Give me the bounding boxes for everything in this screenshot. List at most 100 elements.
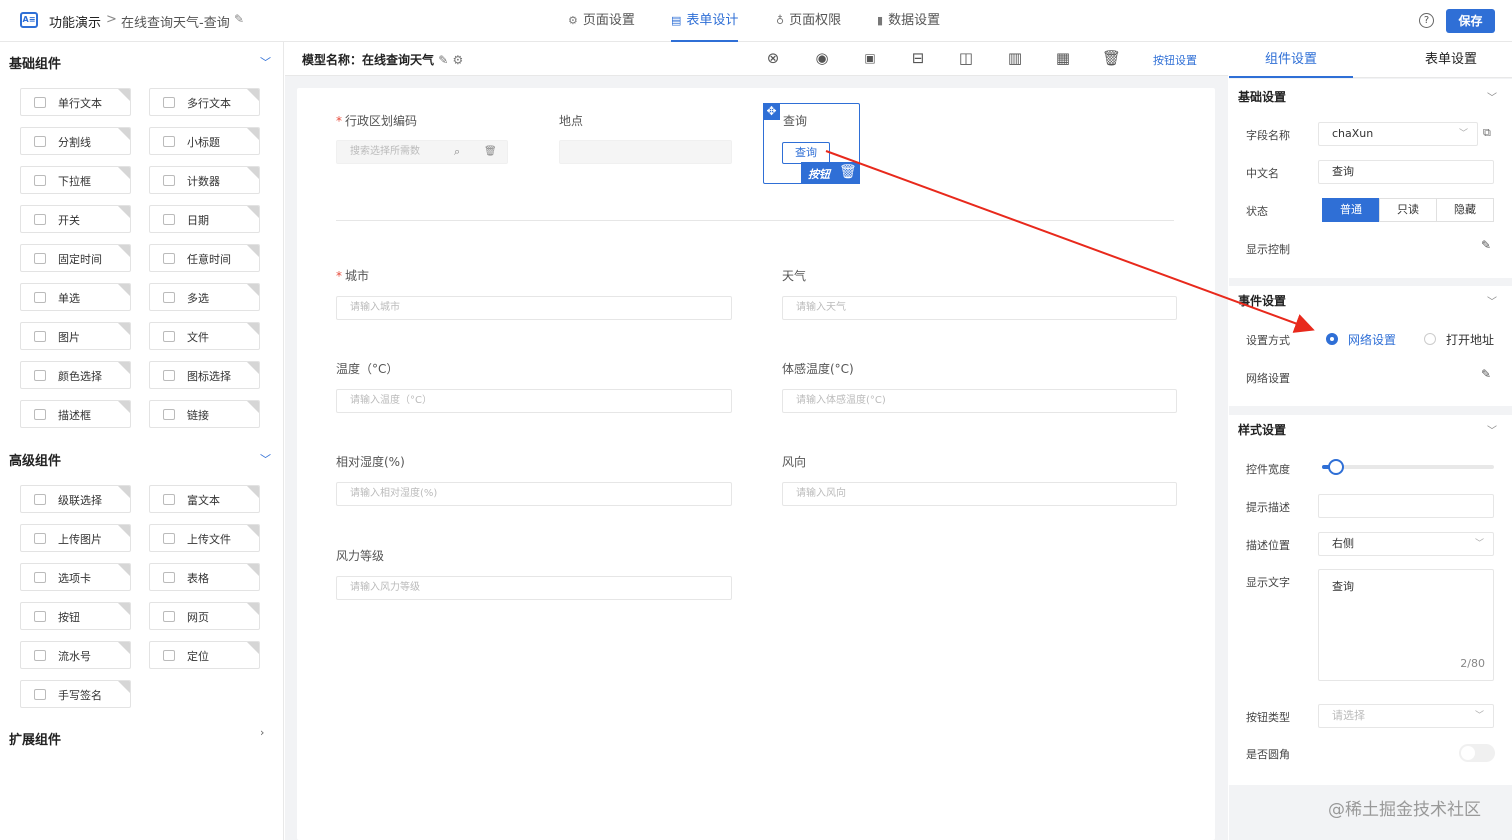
hint-position-select[interactable]: 右侧 ﹀ xyxy=(1318,532,1494,556)
drag-corner-icon xyxy=(247,525,259,537)
delete-component-icon[interactable]: 🗑 xyxy=(839,164,857,180)
trash-icon[interactable]: 🗑 xyxy=(484,141,497,163)
tab-form-settings[interactable]: 表单设置 xyxy=(1389,42,1512,78)
tab-component-settings[interactable]: 组件设置 xyxy=(1229,42,1353,78)
palette-item-label: 开关 xyxy=(58,214,80,227)
location-input[interactable] xyxy=(559,140,732,164)
network-mode-label[interactable]: 网络设置 xyxy=(1348,331,1396,348)
palette-item[interactable]: 上传文件 xyxy=(149,524,260,552)
palette-item[interactable]: 小标题 xyxy=(149,127,260,155)
help-icon[interactable]: ? xyxy=(1419,13,1434,28)
width-slider[interactable] xyxy=(1322,459,1494,475)
button-settings-link[interactable]: 按钮设置 xyxy=(1153,52,1197,68)
palette-item[interactable]: 流水号 xyxy=(20,641,131,669)
palette-item[interactable]: 多选 xyxy=(149,283,260,311)
palette-item[interactable]: 颜色选择 xyxy=(20,361,131,389)
palette-item[interactable]: 级联选择 xyxy=(20,485,131,513)
temperature-input[interactable]: 请输入温度（°C） xyxy=(336,389,732,413)
palette-item[interactable]: 上传图片 xyxy=(20,524,131,552)
palette-item[interactable]: 日期 xyxy=(149,205,260,233)
palette-item[interactable]: 固定时间 xyxy=(20,244,131,272)
edit-icon[interactable]: ✎ xyxy=(1481,238,1491,252)
wind-level-input[interactable]: 请输入风力等级 xyxy=(336,576,732,600)
status-segmented: 普通 只读 隐藏 xyxy=(1322,198,1494,222)
breadcrumb-root[interactable]: 功能演示 xyxy=(49,12,101,31)
chevron-down-icon[interactable]: ﹀ xyxy=(260,451,271,467)
edit-icon[interactable]: ✎ xyxy=(1481,367,1491,381)
display-text-textarea[interactable]: 查询 2/80 xyxy=(1318,569,1494,681)
component-icon xyxy=(34,650,46,661)
network-mode-radio[interactable] xyxy=(1326,333,1338,345)
edit-pencil-icon[interactable]: ✎ xyxy=(234,12,244,26)
chevron-down-icon[interactable]: ﹀ xyxy=(1487,293,1497,308)
palette-item[interactable]: 多行文本 xyxy=(149,88,260,116)
weather-input[interactable]: 请输入天气 xyxy=(782,296,1177,320)
chevron-down-icon[interactable]: ﹀ xyxy=(1487,89,1497,104)
palette-item[interactable]: 按钮 xyxy=(20,602,131,630)
copy-icon[interactable]: ⧉ xyxy=(1483,126,1491,140)
chevron-right-icon[interactable]: › xyxy=(260,726,264,739)
palette-item[interactable]: 图片 xyxy=(20,322,131,350)
humidity-input[interactable]: 请输入相对湿度(%) xyxy=(336,482,732,506)
region-code-search-input[interactable]: 搜索选择所需数 ⌕ 🗑 xyxy=(336,140,508,164)
tab-page-settings[interactable]: ⚙ 页面设置 xyxy=(568,0,635,42)
palette-item[interactable]: 图标选择 xyxy=(149,361,260,389)
palette-item[interactable]: 描述框 xyxy=(20,400,131,428)
move-icon[interactable]: ✥ xyxy=(763,103,780,120)
palette-item[interactable]: 定位 xyxy=(149,641,260,669)
edit-pencil-icon[interactable]: ✎ xyxy=(438,53,448,67)
drag-corner-icon xyxy=(247,642,259,654)
palette-item[interactable]: 手写签名 xyxy=(20,680,131,708)
palette-item[interactable]: 任意时间 xyxy=(149,244,260,272)
status-normal-option[interactable]: 普通 xyxy=(1322,198,1380,222)
palette-item[interactable]: 下拉框 xyxy=(20,166,131,194)
field-name-select[interactable]: chaXun ﹀ xyxy=(1318,122,1478,146)
palette-item[interactable]: 选项卡 xyxy=(20,563,131,591)
save-button[interactable]: 保存 xyxy=(1446,9,1495,33)
open-url-label[interactable]: 打开地址 xyxy=(1446,331,1494,348)
status-readonly-option[interactable]: 只读 xyxy=(1379,198,1437,222)
tab-form-design[interactable]: ▤ 表单设计 xyxy=(671,0,739,42)
feels-like-input[interactable]: 请输入体感温度(°C) xyxy=(782,389,1177,413)
palette-item[interactable]: 开关 xyxy=(20,205,131,233)
palette-item[interactable]: 表格 xyxy=(149,563,260,591)
drag-corner-icon xyxy=(118,681,130,693)
tab-data-settings[interactable]: ▮ 数据设置 xyxy=(877,0,940,42)
query-button[interactable]: 查询 xyxy=(782,142,830,164)
link-icon[interactable]: ⊗ xyxy=(764,50,782,67)
status-hidden-option[interactable]: 隐藏 xyxy=(1436,198,1494,222)
preview-eye-icon[interactable]: ◉ xyxy=(813,50,831,67)
layout-3-col-icon[interactable]: ▥ xyxy=(1006,50,1024,67)
tab-page-permissions[interactable]: ♁ 页面权限 xyxy=(776,0,841,42)
display-control-label: 显示控制 xyxy=(1246,243,1290,256)
palette-item[interactable]: 单行文本 xyxy=(20,88,131,116)
cn-name-input[interactable]: 查询 xyxy=(1318,160,1494,184)
palette-item[interactable]: 网页 xyxy=(149,602,260,630)
palette-item[interactable]: 计数器 xyxy=(149,166,260,194)
palette-item[interactable]: 链接 xyxy=(149,400,260,428)
city-input[interactable]: 请输入城市 xyxy=(336,296,732,320)
rounded-toggle[interactable] xyxy=(1459,744,1495,762)
mode-label: 设置方式 xyxy=(1246,334,1290,347)
palette-item[interactable]: 单选 xyxy=(20,283,131,311)
layout-4-col-icon[interactable]: ▦ xyxy=(1054,50,1072,67)
trash-icon[interactable]: 🗑 xyxy=(1102,50,1121,67)
code-icon[interactable]: ▣ xyxy=(861,50,879,67)
palette-item[interactable]: 分割线 xyxy=(20,127,131,155)
layout-2-col-icon[interactable]: ◫ xyxy=(957,50,975,67)
hint-input[interactable] xyxy=(1318,494,1494,518)
gear-icon[interactable]: ⚙ xyxy=(452,53,463,67)
component-icon xyxy=(163,292,175,303)
layout-rows-icon[interactable]: ⊟ xyxy=(909,50,927,67)
wind-direction-input[interactable]: 请输入风向 xyxy=(782,482,1177,506)
chevron-down-icon[interactable]: ﹀ xyxy=(260,54,271,70)
slider-handle[interactable] xyxy=(1327,459,1344,475)
drag-corner-icon xyxy=(247,362,259,374)
open-url-radio[interactable] xyxy=(1424,333,1436,345)
palette-item[interactable]: 文件 xyxy=(149,322,260,350)
selected-component-frame[interactable]: ✥ 查询 查询 按钮 🗑 xyxy=(763,103,860,184)
palette-item[interactable]: 富文本 xyxy=(149,485,260,513)
search-icon[interactable]: ⌕ xyxy=(454,141,460,163)
button-type-select[interactable]: 请选择 ﹀ xyxy=(1318,704,1494,728)
chevron-down-icon[interactable]: ﹀ xyxy=(1487,422,1497,437)
